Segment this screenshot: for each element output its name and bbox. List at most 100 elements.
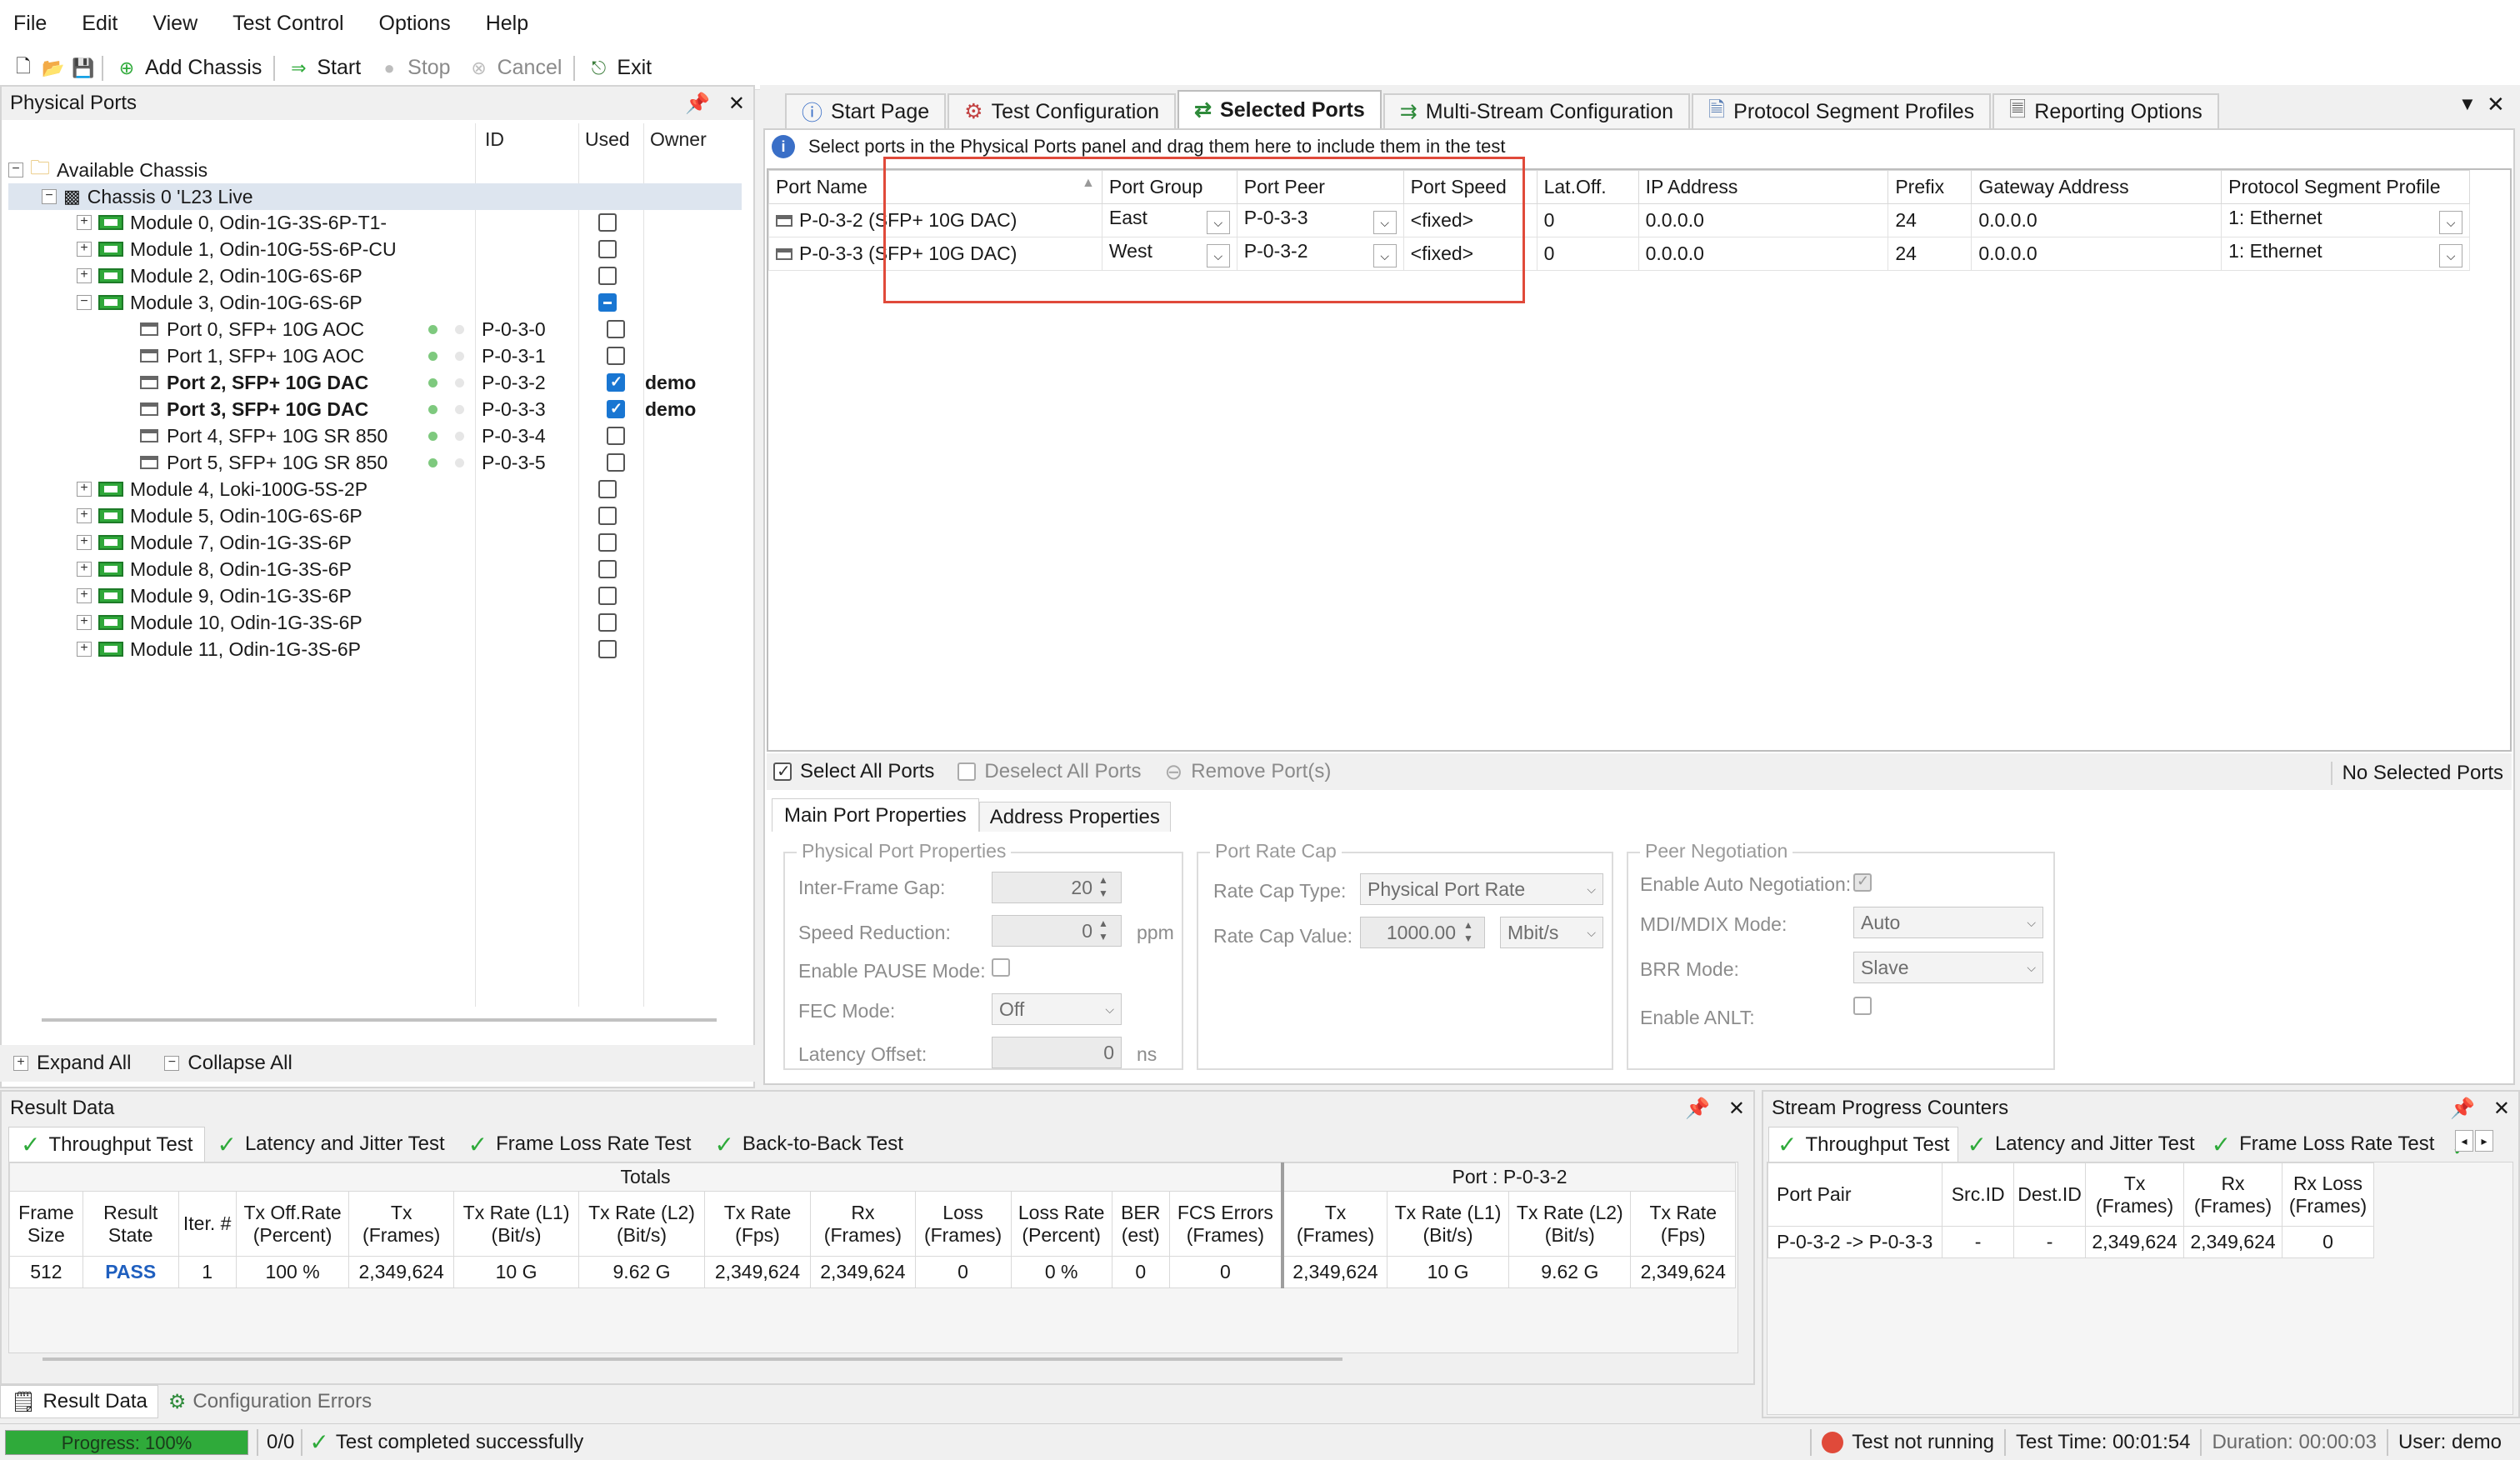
spinner-arrows-icon[interactable]: ▲ ▼ [1463,918,1473,945]
pause-mode-checkbox[interactable] [992,958,1010,977]
tree-module[interactable]: + Module 4, Loki-100G-5S-2P [8,476,742,502]
tab-test-configuration[interactable]: ⚙ Test Configuration [948,93,1177,128]
expand-toggle-icon[interactable]: + [77,535,92,550]
col-port-tx-rate-l1[interactable]: Tx Rate (L1) (Bit/s) [1386,1191,1510,1257]
tab-reporting-options[interactable]: 🗏 Reporting Options [1992,93,2219,128]
col-gateway-address[interactable]: Gateway Address [1971,170,2222,204]
expand-toggle-icon[interactable]: + [77,215,92,230]
used-checkbox[interactable] [607,347,625,365]
expand-toggle-icon[interactable]: + [77,642,92,657]
expand-toggle-icon[interactable]: + [77,508,92,523]
collapse-all-button[interactable]: − Collapse All [164,1052,292,1075]
brr-mode-select[interactable]: Slave ⌵ [1853,952,2043,983]
tree-port[interactable]: Port 4, SFP+ 10G SR 850 P-0-3-4 [8,422,742,449]
col-dest-id[interactable]: Dest.ID [2013,1162,2087,1227]
tree-module[interactable]: − Module 3, Odin-10G-6S-6P [8,289,742,316]
used-checkbox[interactable] [607,400,625,418]
used-checkbox[interactable] [607,427,625,445]
col-port-tx-frames[interactable]: Tx (Frames) [1281,1191,1388,1257]
used-checkbox[interactable] [598,613,617,632]
gateway-cell[interactable]: 0.0.0.0 [1971,237,2222,271]
col-frame-size[interactable]: Frame Size [9,1191,83,1257]
expand-toggle-icon[interactable]: + [77,615,92,630]
menu-file[interactable]: File [13,12,47,36]
menu-test-control[interactable]: Test Control [232,12,343,36]
pin-icon[interactable]: 📌 [2450,1097,2475,1121]
used-checkbox[interactable] [607,373,625,392]
used-checkbox[interactable] [598,267,617,285]
expand-toggle-icon[interactable]: + [77,588,92,603]
expand-toggle-icon[interactable]: + [77,268,92,283]
tree-port[interactable]: Port 1, SFP+ 10G AOC P-0-3-1 [8,342,742,369]
col-ber[interactable]: BER (est) [1111,1191,1170,1257]
gateway-cell[interactable]: 0.0.0.0 [1971,203,2222,238]
tab-latency-jitter-test[interactable]: ✓ Latency and Jitter Test [205,1127,456,1162]
menu-help[interactable]: Help [486,12,528,36]
col-protocol-segment-profile[interactable]: Protocol Segment Profile [2221,170,2470,204]
tree-horizontal-scrollbar[interactable] [42,1018,717,1022]
select-all-ports-button[interactable]: ✓ Select All Ports [773,760,934,783]
expand-toggle-icon[interactable]: + [77,562,92,577]
used-checkbox[interactable] [607,320,625,338]
tree-module[interactable]: + Module 5, Odin-10G-6S-6P [8,502,742,529]
close-tab-icon[interactable]: ✕ [2487,92,2505,118]
add-chassis-button[interactable]: ⊕ Add Chassis [110,56,267,80]
result-horizontal-scrollbar[interactable] [42,1358,1342,1361]
col-iteration[interactable]: Iter. # [178,1191,237,1257]
col-tx-rate-l1[interactable]: Tx Rate (L1) (Bit/s) [452,1191,580,1257]
tab-frame-loss-rate-test[interactable]: ✓ Frame Loss Rate Test [457,1127,703,1162]
profile-cell[interactable]: 1: Ethernet ⌵ [2221,203,2470,238]
col-rx-frames[interactable]: Rx (Frames) [810,1191,916,1257]
expand-toggle-icon[interactable]: + [77,242,92,257]
prefix-cell[interactable]: 24 [1888,237,1972,271]
tree-module[interactable]: + Module 0, Odin-1G-3S-6P-T1- [8,209,742,236]
menu-view[interactable]: View [152,12,198,36]
collapse-toggle-icon[interactable]: − [77,295,92,310]
col-lat-off[interactable]: Lat.Off. [1536,170,1639,204]
tab-stream-frame-loss[interactable]: ✓ Frame Loss Rate Test [2203,1127,2443,1162]
col-stream-rx-frames[interactable]: Rx (Frames) [2183,1162,2282,1227]
spinner-arrows-icon[interactable]: ▲ ▼ [1098,873,1108,900]
start-button[interactable]: ⇒ Start [282,56,366,80]
pin-icon[interactable]: 📌 [685,92,710,116]
tree-port[interactable]: Port 5, SFP+ 10G SR 850 P-0-3-5 [8,449,742,476]
col-stream-rx-loss[interactable]: Rx Loss (Frames) [2281,1162,2375,1227]
tree-module[interactable]: + Module 10, Odin-1G-3S-6P [8,609,742,636]
table-row[interactable]: 512 PASS 1 100 % 2,349,624 10 G 9.62 G 2… [9,1256,1736,1288]
col-stream-tx-frames[interactable]: Tx (Frames) [2085,1162,2185,1227]
tab-scroll-right-icon[interactable]: ▸ [2475,1130,2493,1152]
col-tx-rate-l2[interactable]: Tx Rate (L2) (Bit/s) [578,1191,705,1257]
chevron-down-icon[interactable]: ⌵ [2439,244,2462,268]
remove-ports-button[interactable]: ⊖ Remove Port(s) [1164,759,1331,785]
tree-module[interactable]: + Module 2, Odin-10G-6S-6P [8,262,742,289]
tab-scroll-left-icon[interactable]: ◂ [2455,1130,2473,1152]
tree-port[interactable]: Port 0, SFP+ 10G AOC P-0-3-0 [8,316,742,342]
latency-offset-field[interactable]: 0 [992,1037,1122,1068]
rate-unit-select[interactable]: Mbit/s ⌵ [1500,917,1603,948]
expand-toggle-icon[interactable]: + [77,482,92,497]
tree-module[interactable]: + Module 11, Odin-1G-3S-6P [8,636,742,662]
tab-throughput-test[interactable]: ✓ Throughput Test [8,1127,206,1162]
close-icon[interactable]: ✕ [2493,1097,2510,1121]
tab-stream-latency[interactable]: ✓ Latency and Jitter Test [1958,1127,2202,1162]
tree-port[interactable]: Port 3, SFP+ 10G DAC P-0-3-3 demo [8,396,742,422]
used-checkbox[interactable] [598,293,617,312]
menu-options[interactable]: Options [379,12,451,36]
table-row[interactable]: P-0-3-2 -> P-0-3-3 - - 2,349,624 2,349,6… [1767,1226,2375,1258]
tree-module[interactable]: + Module 8, Odin-1G-3S-6P [8,556,742,582]
col-ip-address[interactable]: IP Address [1638,170,1889,204]
tab-configuration-errors[interactable]: ⚙ Configuration Errors [158,1390,382,1414]
tab-stream-throughput[interactable]: ✓ Throughput Test [1768,1127,1959,1162]
profile-cell[interactable]: 1: Ethernet ⌵ [2221,237,2470,271]
expand-all-button[interactable]: + Expand All [13,1052,131,1075]
ip-address-cell[interactable]: 0.0.0.0 [1638,203,1889,238]
used-checkbox[interactable] [598,240,617,258]
menu-edit[interactable]: Edit [82,12,118,36]
tab-main-port-properties[interactable]: Main Port Properties [772,798,979,832]
used-checkbox[interactable] [598,480,617,498]
collapse-toggle-icon[interactable]: − [8,162,23,178]
tab-list-dropdown-icon[interactable]: ▼ [2458,93,2477,115]
ip-address-cell[interactable]: 0.0.0.0 [1638,237,1889,271]
col-fcs-errors[interactable]: FCS Errors (Frames) [1168,1191,1283,1257]
tab-protocol-segment-profiles[interactable]: 🗎 Protocol Segment Profiles [1692,93,1992,128]
